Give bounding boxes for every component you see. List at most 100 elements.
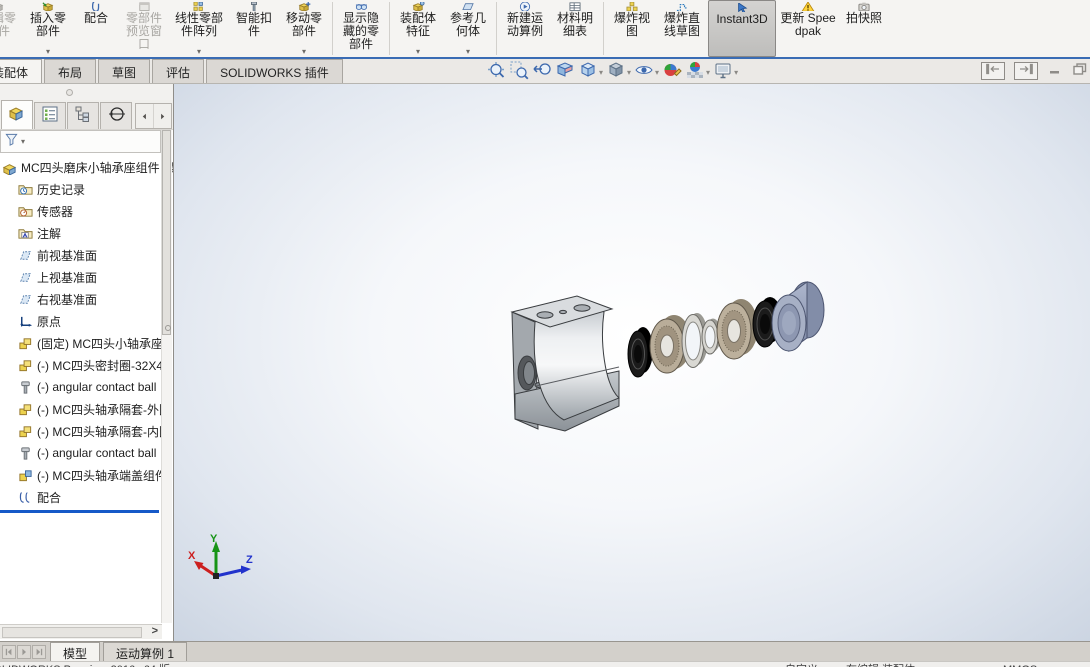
panel-horizontal-scrollbar[interactable]: >: [0, 624, 162, 639]
previous-view-button[interactable]: [532, 60, 552, 85]
part-icon: [18, 402, 33, 417]
tree-item[interactable]: 配合: [0, 486, 173, 508]
horizontal-scroll-track[interactable]: [2, 627, 142, 638]
tree-item[interactable]: (-) MC四头密封圈-32X4: [0, 354, 173, 376]
graphics-area[interactable]: X Y Z: [174, 84, 1090, 641]
tree-item[interactable]: (-) angular contact ball: [0, 376, 173, 398]
filter-caret-icon[interactable]: ▾: [21, 137, 25, 146]
bearing-2-component[interactable]: [716, 299, 758, 360]
tree-item[interactable]: (-) MC四头轴承隔套-外圈: [0, 398, 173, 420]
panel-tab-scroll-left[interactable]: [136, 104, 153, 128]
tab-nav-first-button[interactable]: [2, 645, 16, 659]
end-cap-component[interactable]: [771, 281, 825, 352]
hide-show-items-button[interactable]: ▾: [634, 60, 659, 85]
pane-collapse-right-button[interactable]: [1014, 62, 1038, 80]
bill-of-materials-button[interactable]: 材料明细表: [551, 0, 599, 57]
linear-component-pattern-button[interactable]: 线性零部件阵列 ▾: [170, 0, 228, 57]
tree-item[interactable]: 前视基准面: [0, 244, 173, 266]
edit-component-button[interactable]: 编辑零部件: [0, 0, 22, 57]
configuration-manager-tab[interactable]: [67, 102, 99, 129]
dropdown-caret-icon[interactable]: ▾: [734, 68, 738, 77]
command-tab-assembly[interactable]: 装配体: [0, 59, 43, 83]
tree-item[interactable]: 右视基准面: [0, 288, 173, 310]
tree-item[interactable]: (-) MC四头轴承隔套-内圈: [0, 420, 173, 442]
view-orientation-button[interactable]: ▾: [578, 60, 603, 85]
smart-fasteners-button[interactable]: 智能扣件: [230, 0, 278, 57]
tree-item[interactable]: 传感器: [0, 200, 173, 222]
tree-item-label: 原点: [37, 314, 62, 329]
zoom-to-fit-icon: [486, 60, 506, 85]
tree-item[interactable]: MC四头磨床小轴承座组件 (默认: [0, 156, 173, 178]
dropdown-caret-icon[interactable]: ▾: [466, 48, 470, 56]
triad-x-label: X: [188, 550, 196, 562]
panel-splitter-grip[interactable]: [66, 89, 73, 96]
housing-component[interactable]: [510, 295, 620, 432]
explode-line-sketch-button[interactable]: 爆炸直线草图: [658, 0, 706, 57]
dropdown-caret-icon[interactable]: ▾: [197, 48, 201, 56]
tree-item-label: 上视基准面: [37, 270, 98, 285]
assembly-features-button[interactable]: 装配体特征 ▾: [394, 0, 442, 57]
pane-collapse-left-button[interactable]: [981, 62, 1005, 80]
view-settings-button[interactable]: ▾: [713, 60, 738, 85]
dropdown-caret-icon[interactable]: ▾: [599, 68, 603, 77]
dropdown-caret-icon[interactable]: ▾: [46, 48, 50, 56]
rollback-bar[interactable]: [0, 510, 159, 513]
update-speedpak-button[interactable]: 更新 Speedpak: [778, 0, 838, 57]
doc-tab-0[interactable]: 模型: [50, 642, 101, 661]
panel-expand-arrow[interactable]: >: [152, 625, 158, 637]
take-snapshot-button[interactable]: 拍快照: [840, 0, 888, 57]
property-manager-tab[interactable]: [34, 102, 66, 129]
pane-collapse-left-icon: [985, 62, 1001, 80]
tree-item[interactable]: (-) angular contact ball: [0, 442, 173, 464]
panel-tab-scroll-right[interactable]: [153, 104, 171, 128]
dropdown-caret-icon[interactable]: ▾: [655, 68, 659, 77]
apply-scene-button[interactable]: ▾: [685, 60, 710, 85]
command-tab-4[interactable]: SOLIDWORKS 插件: [206, 59, 343, 83]
tree-item[interactable]: 上视基准面: [0, 266, 173, 288]
zoom-to-area-button[interactable]: [509, 60, 529, 85]
filter-funnel-icon[interactable]: [4, 132, 19, 152]
command-tab-1[interactable]: 布局: [44, 59, 97, 83]
show-hidden-components-button[interactable]: 显示隐藏的零部件: [337, 0, 385, 57]
exploded-view-button[interactable]: 爆炸视图: [608, 0, 656, 57]
toolbar-separator: [389, 2, 390, 55]
view-orientation-icon: [578, 60, 598, 85]
dropdown-caret-icon[interactable]: ▾: [416, 48, 420, 56]
minimize-button[interactable]: [1047, 62, 1063, 80]
heads-up-view-toolbar: ▾ ▾ ▾ ▾ ▾: [486, 60, 741, 85]
tree-item[interactable]: 注解: [0, 222, 173, 244]
tree-item[interactable]: (固定) MC四头小轴承座-: [0, 332, 173, 354]
reference-geometry-button[interactable]: 参考几何体 ▾: [444, 0, 492, 57]
dropdown-caret-icon[interactable]: ▾: [302, 48, 306, 56]
display-style-button[interactable]: ▾: [606, 60, 631, 85]
feature-manager-tab[interactable]: [1, 100, 33, 129]
dimxpert-tab[interactable]: [100, 102, 132, 129]
tree-item[interactable]: (-) MC四头轴承端盖组件: [0, 464, 173, 486]
instant3d-button[interactable]: Instant3D: [708, 0, 776, 57]
tree-item[interactable]: 原点: [0, 310, 173, 332]
tab-nav-next-button[interactable]: [17, 645, 31, 659]
tab-nav-last-button[interactable]: [32, 645, 46, 659]
doc-tab-1[interactable]: 运动算例 1: [103, 642, 188, 661]
zoom-to-fit-button[interactable]: [486, 60, 506, 85]
command-tab-2[interactable]: 草图: [98, 59, 151, 83]
move-component-button[interactable]: 移动零部件 ▾: [280, 0, 328, 57]
restore-button[interactable]: [1072, 62, 1088, 80]
command-tab-3[interactable]: 评估: [152, 59, 205, 83]
mate-button[interactable]: 配合: [74, 0, 118, 57]
seal-ring-1-component[interactable]: [627, 327, 653, 378]
tree-filter-row[interactable]: ▾: [0, 130, 161, 153]
edit-appearance-button[interactable]: [662, 60, 682, 85]
exploded-assembly-model: [510, 281, 825, 432]
component-preview-window-button[interactable]: 零部件预览窗口: [120, 0, 168, 57]
section-view-button[interactable]: [555, 60, 575, 85]
insert-component-button[interactable]: 插入零部件 ▾: [24, 0, 72, 57]
tree-item[interactable]: 历史记录: [0, 178, 173, 200]
panel-vertical-scrollbar[interactable]: [161, 130, 172, 623]
vertical-scroll-thumb[interactable]: [162, 130, 171, 335]
new-motion-study-icon: [516, 0, 534, 11]
new-motion-study-button[interactable]: 新建运动算例: [501, 0, 549, 57]
part-icon: [18, 358, 33, 373]
dropdown-caret-icon[interactable]: ▾: [627, 68, 631, 77]
dropdown-caret-icon[interactable]: ▾: [706, 68, 710, 77]
